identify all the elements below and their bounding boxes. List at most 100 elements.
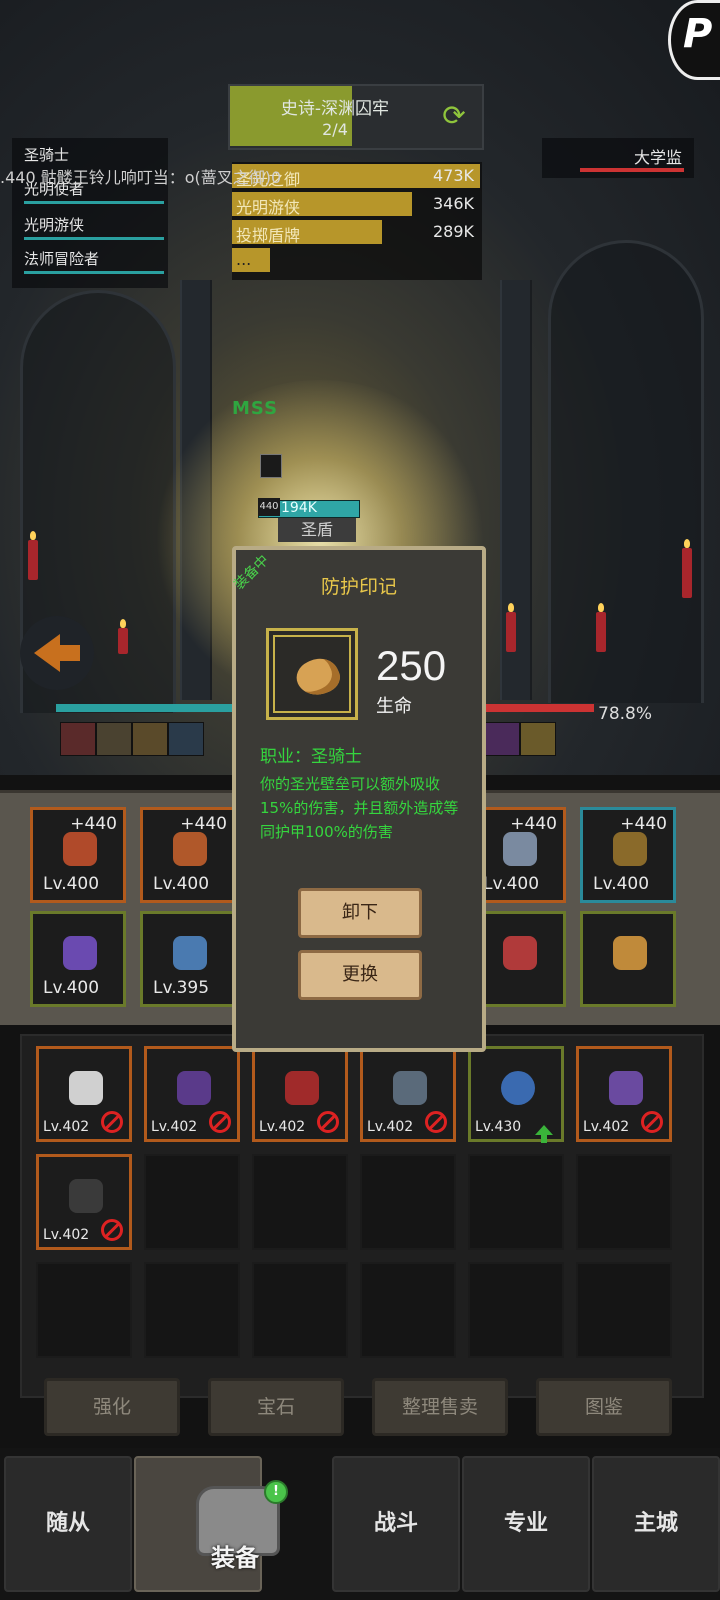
arrow-left-icon-tail xyxy=(58,645,80,661)
inventory-slot-empty[interactable] xyxy=(468,1154,564,1250)
inventory-slot[interactable]: Lv.402 xyxy=(360,1046,456,1142)
item-detail-popup: 装备中 防护印记 250 生命 职业：圣骑士 你的圣光壁垒可以额外吸收15%的伤… xyxy=(231,546,486,1052)
bracer-icon xyxy=(609,1071,643,1105)
nav-tab-main-city[interactable]: 主城 xyxy=(592,1456,720,1592)
inventory-slot-empty[interactable] xyxy=(252,1262,348,1358)
stage-panel[interactable]: 史诗-深渊囚牢 2/4 ⟳ xyxy=(228,84,484,150)
inventory-slot[interactable]: Lv.402 xyxy=(36,1154,132,1250)
inventory-slot-empty[interactable] xyxy=(36,1262,132,1358)
inventory-slot-empty[interactable] xyxy=(360,1154,456,1250)
inventory-slot-empty[interactable] xyxy=(576,1154,672,1250)
team-hp-bar xyxy=(56,704,236,712)
enhance-button[interactable]: 强化 xyxy=(44,1378,180,1436)
enemy-hp-bar xyxy=(580,168,684,172)
gem-button[interactable]: 宝石 xyxy=(208,1378,344,1436)
inventory-slot-empty[interactable] xyxy=(576,1262,672,1358)
party-member[interactable]: 法师冒险者 xyxy=(24,248,168,274)
equip-slot[interactable]: +440 Lv.400 xyxy=(30,807,126,903)
enemy-total-hp-bar xyxy=(480,704,594,712)
nav-tab-followers[interactable]: 随从 xyxy=(4,1456,132,1592)
notification-badge: ! xyxy=(264,1480,288,1504)
stage-title: 史诗-深渊囚牢 xyxy=(280,99,390,119)
hero-portrait[interactable] xyxy=(168,722,204,756)
shoulder-icon xyxy=(173,832,207,866)
hero-portrait[interactable] xyxy=(96,722,132,756)
inventory-slot-empty[interactable] xyxy=(468,1262,564,1358)
candle xyxy=(118,619,128,654)
nav-tab-equipment-label: 装备 xyxy=(211,1544,259,1572)
party-member[interactable]: 圣骑士 xyxy=(24,144,168,165)
chat-message[interactable]: .440 骷髅王铃儿响叮当：o(蔷叉之御)0 xyxy=(0,164,281,188)
inventory-slot-empty[interactable] xyxy=(144,1262,240,1358)
bracer-icon xyxy=(177,1071,211,1105)
arrow-left-icon xyxy=(34,634,60,672)
nav-tab-battle[interactable]: 战斗 xyxy=(332,1456,460,1592)
inventory-slot[interactable]: Lv.430 xyxy=(468,1046,564,1143)
enemy-panel: 大学监 xyxy=(542,138,694,178)
candle xyxy=(682,539,692,598)
background-pillar xyxy=(500,280,532,700)
candle xyxy=(506,603,516,652)
shield-icon xyxy=(613,832,647,866)
helmet-icon xyxy=(63,832,97,866)
stat-name: 生命 xyxy=(376,696,412,717)
back-button[interactable] xyxy=(20,616,94,690)
enemy-portrait[interactable] xyxy=(484,722,520,756)
rock-icon xyxy=(291,651,345,703)
hero-portrait[interactable] xyxy=(60,722,96,756)
inventory-slot[interactable]: Lv.402 xyxy=(576,1046,672,1142)
damage-row: 投掷盾牌 289K xyxy=(232,220,480,245)
codex-button[interactable]: 图鉴 xyxy=(536,1378,672,1436)
hero-portrait[interactable] xyxy=(132,722,168,756)
equip-slot[interactable] xyxy=(580,911,676,1007)
buff-icon xyxy=(260,454,282,478)
rock-icon xyxy=(613,936,647,970)
inventory-slot-empty[interactable] xyxy=(252,1154,348,1250)
background-arch xyxy=(548,240,704,703)
skill-label: 圣盾 xyxy=(278,518,356,542)
party-list: 圣骑士 光明使者 光明游侠 法师冒险者 xyxy=(12,138,168,288)
nav-tab-profession[interactable]: 专业 xyxy=(462,1456,590,1592)
item-frame-inner xyxy=(273,635,351,713)
item-description: 你的圣光壁垒可以额外吸收15%的伤害，并且额外造成等同护甲100%的伤害 xyxy=(260,775,459,841)
inventory-slot-empty[interactable] xyxy=(144,1154,240,1250)
party-member[interactable]: 光明游侠 xyxy=(24,214,168,240)
amulet-icon xyxy=(503,936,537,970)
sword-icon xyxy=(503,832,537,866)
unequip-button[interactable]: 卸下 xyxy=(298,888,422,938)
unusable-icon xyxy=(425,1111,447,1133)
sort-sell-button[interactable]: 整理售卖 xyxy=(372,1378,508,1436)
crystal-icon xyxy=(63,936,97,970)
inventory-slot[interactable]: Lv.402 xyxy=(36,1046,132,1142)
refresh-icon[interactable]: ⟳ xyxy=(438,100,470,132)
item-frame xyxy=(266,628,358,720)
miss-text: MSS xyxy=(232,398,279,419)
unusable-icon xyxy=(101,1219,123,1241)
enemy-hp-percent: 78.8% xyxy=(598,704,653,724)
equip-slot[interactable]: +440 Lv.400 xyxy=(580,807,676,903)
equip-slot[interactable]: Lv.400 xyxy=(30,911,126,1007)
equip-slot[interactable]: Lv.395 xyxy=(140,911,236,1007)
ring-icon xyxy=(501,1071,535,1105)
ring-icon xyxy=(173,936,207,970)
enemy-portrait[interactable] xyxy=(520,722,556,756)
unusable-icon xyxy=(641,1111,663,1133)
inventory-slot-empty[interactable] xyxy=(360,1262,456,1358)
unusable-icon xyxy=(209,1111,231,1133)
level-tag: 440 xyxy=(258,498,280,516)
equip-slot[interactable]: +440 Lv.400 xyxy=(140,807,236,903)
floating-app-button[interactable]: P xyxy=(668,0,720,80)
armor-icon xyxy=(69,1179,103,1213)
class-requirement: 职业：圣骑士 xyxy=(260,747,362,767)
candle xyxy=(596,603,606,652)
enemy-name: 大学监 xyxy=(633,148,682,167)
stage-progress: 2/4 xyxy=(322,120,348,139)
helmet-icon xyxy=(69,1071,103,1105)
damage-row: ... xyxy=(232,248,480,272)
unusable-icon xyxy=(317,1111,339,1133)
stat-value: 250 xyxy=(376,642,447,689)
inventory-slot[interactable]: Lv.402 xyxy=(252,1046,348,1142)
damage-row: 光明游侠 346K xyxy=(232,192,480,217)
inventory-slot[interactable]: Lv.402 xyxy=(144,1046,240,1142)
replace-button[interactable]: 更换 xyxy=(298,950,422,1000)
